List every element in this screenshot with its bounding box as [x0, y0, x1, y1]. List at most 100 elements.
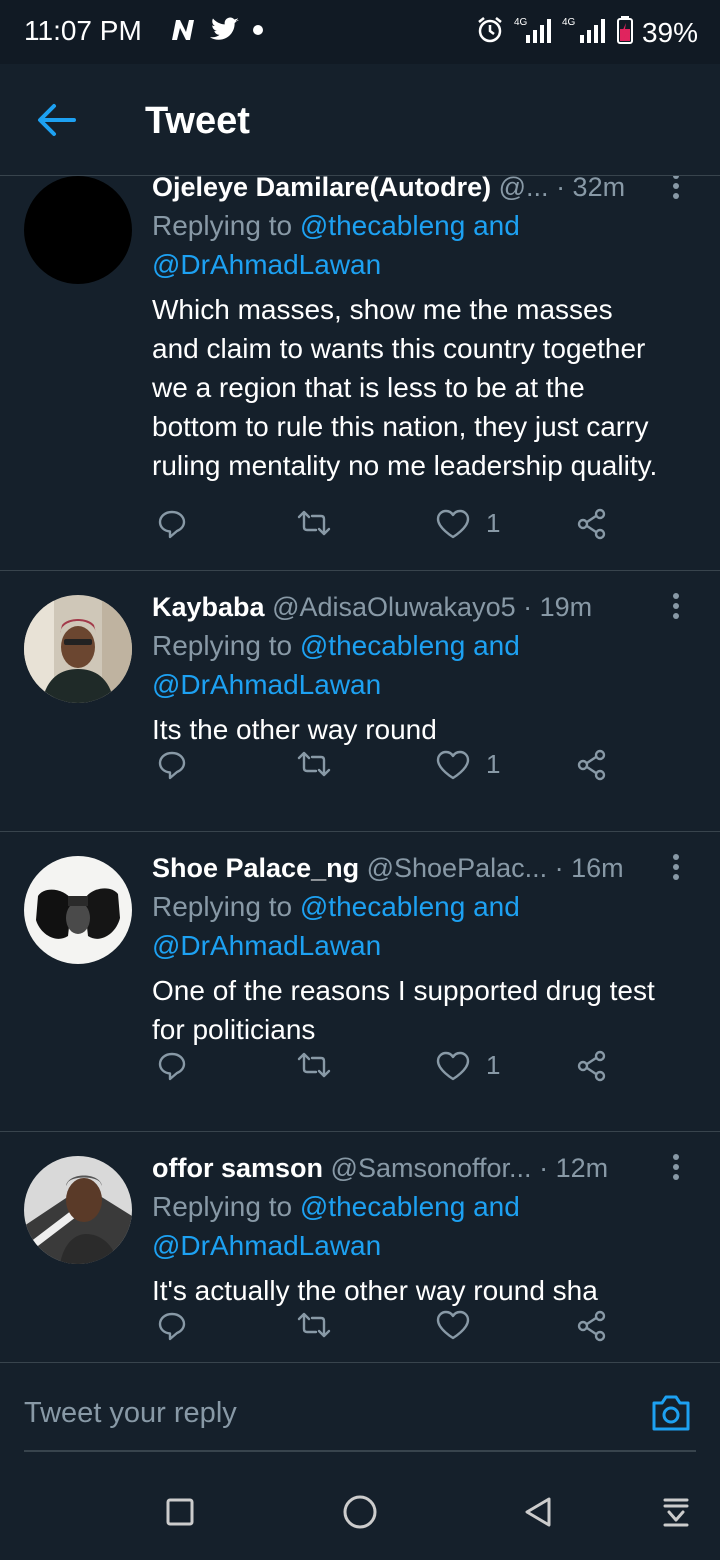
- like-count: 1: [486, 749, 501, 779]
- author-handle: @...: [498, 176, 549, 202]
- like-button[interactable]: 1: [436, 508, 500, 539]
- avatar[interactable]: [24, 856, 132, 964]
- tweet-content: Kaybaba @AdisaOluwakayo5 · 19m Replying …: [152, 588, 698, 749]
- dot-indicator-icon: [250, 22, 266, 43]
- reply-icon: [158, 1312, 186, 1341]
- retweet-button[interactable]: [296, 1310, 332, 1340]
- more-options-button[interactable]: [672, 592, 680, 630]
- replying-to: Replying to @thecableng and: [152, 206, 698, 245]
- reply-button[interactable]: [156, 1050, 188, 1082]
- heart-icon: [436, 1310, 470, 1340]
- camera-button[interactable]: [650, 1393, 692, 1438]
- heart-icon: [436, 509, 470, 538]
- back-button[interactable]: [30, 94, 82, 146]
- tweet-header: offor samson @Samsonoffor... · 12m: [152, 1149, 698, 1187]
- mention-link[interactable]: @DrAhmadLawan: [152, 669, 381, 700]
- share-icon: [577, 1310, 606, 1342]
- author-name[interactable]: Ojeleye Damilare(Autodre): [152, 176, 491, 202]
- replying-prefix: Replying to: [152, 630, 293, 661]
- like-button[interactable]: 1: [436, 1050, 500, 1081]
- replying-to: Replying to @thecableng and: [152, 626, 698, 665]
- tweet-actions: 1: [152, 508, 622, 548]
- heart-icon: [436, 1051, 470, 1080]
- reply-button[interactable]: [156, 508, 188, 540]
- reply-icon: [158, 751, 186, 780]
- replying-prefix: Replying to: [152, 210, 293, 241]
- like-button[interactable]: [436, 1310, 486, 1340]
- share-button[interactable]: [576, 508, 608, 540]
- tweet-time: · 32m: [556, 176, 626, 202]
- reply-icon: [158, 510, 186, 539]
- tweet-item[interactable]: Ojeleye Damilare(Autodre) @... · 32m Rep…: [0, 176, 720, 571]
- tweet-actions: [152, 1310, 622, 1350]
- tweet-time: · 12m: [539, 1153, 609, 1183]
- tweet-header: Shoe Palace_ng @ShoePalac... · 16m: [152, 849, 698, 887]
- reply-button[interactable]: [156, 749, 188, 781]
- more-options-button[interactable]: [672, 1153, 680, 1191]
- author-name[interactable]: Kaybaba: [152, 592, 265, 622]
- alarm-icon: [476, 16, 504, 49]
- avatar[interactable]: [24, 176, 132, 284]
- replying-to: Replying to @thecableng and: [152, 1187, 698, 1226]
- author-name[interactable]: Shoe Palace_ng: [152, 853, 359, 883]
- retweet-icon: [297, 1052, 331, 1078]
- more-options-button[interactable]: [672, 176, 680, 210]
- share-button[interactable]: [576, 749, 608, 781]
- tweet-item[interactable]: offor samson @Samsonoffor... · 12m Reply…: [0, 1132, 720, 1362]
- retweet-button[interactable]: [296, 1050, 332, 1080]
- mention-link[interactable]: @thecableng and: [300, 1191, 520, 1222]
- back-nav-button[interactable]: [518, 1492, 558, 1532]
- notification-panel-button[interactable]: [656, 1492, 696, 1532]
- mention-link[interactable]: @thecableng and: [300, 891, 520, 922]
- tweet-content: offor samson @Samsonoffor... · 12m Reply…: [152, 1149, 698, 1310]
- battery-icon: [616, 15, 634, 50]
- replying-to-cont: @DrAhmadLawan: [152, 1226, 698, 1265]
- more-vertical-icon: [673, 593, 679, 619]
- reply-button[interactable]: [156, 1310, 188, 1342]
- avatar[interactable]: [24, 595, 132, 703]
- tweet-header: Ojeleye Damilare(Autodre) @... · 32m: [152, 176, 698, 206]
- replying-prefix: Replying to: [152, 891, 293, 922]
- tweet-item[interactable]: Kaybaba @AdisaOluwakayo5 · 19m Replying …: [0, 571, 720, 832]
- tweet-text-line: bottom to rule this nation, they just ca…: [152, 411, 649, 442]
- tweet-text-line: for politicians: [152, 1014, 316, 1045]
- retweet-icon: [297, 751, 331, 777]
- home-button[interactable]: [340, 1492, 380, 1532]
- network-label-2: 4G: [562, 17, 576, 28]
- replying-prefix: Replying to: [152, 1191, 293, 1222]
- tweet-content: Ojeleye Damilare(Autodre) @... · 32m Rep…: [152, 176, 698, 485]
- tweet-text-line: Its the other way round: [152, 714, 437, 745]
- share-button[interactable]: [576, 1310, 608, 1342]
- status-time: 11:07 PM: [24, 15, 142, 46]
- mention-link[interactable]: @DrAhmadLawan: [152, 249, 381, 280]
- notification-icons: [168, 16, 266, 49]
- like-button[interactable]: 1: [436, 749, 500, 780]
- retweet-button[interactable]: [296, 749, 332, 779]
- reply-feed[interactable]: Ojeleye Damilare(Autodre) @... · 32m Rep…: [0, 176, 720, 1362]
- tweet-text: Which masses, show me the masses and cla…: [152, 290, 698, 485]
- like-count: 1: [486, 508, 501, 538]
- tweet-actions: 1: [152, 749, 622, 789]
- retweet-button[interactable]: [296, 508, 332, 538]
- mention-link[interactable]: @thecableng and: [300, 630, 520, 661]
- triangle-back-icon: [525, 1497, 551, 1527]
- more-vertical-icon: [673, 854, 679, 880]
- tweet-item[interactable]: Shoe Palace_ng @ShoePalac... · 16m Reply…: [0, 832, 720, 1132]
- mention-link[interactable]: @thecableng and: [300, 210, 520, 241]
- share-button[interactable]: [576, 1050, 608, 1082]
- reply-icon: [158, 1052, 186, 1081]
- author-handle: @AdisaOluwakayo5: [272, 592, 516, 622]
- signal-icon-1: 4G: [512, 15, 552, 50]
- mention-link[interactable]: @DrAhmadLawan: [152, 930, 381, 961]
- status-right: 4G 4G 39%: [476, 15, 698, 50]
- recent-apps-button[interactable]: [160, 1492, 200, 1532]
- replying-to-cont: @DrAhmadLawan: [152, 245, 698, 284]
- retweet-icon: [297, 510, 331, 536]
- mention-link[interactable]: @DrAhmadLawan: [152, 1230, 381, 1261]
- more-options-button[interactable]: [672, 853, 680, 891]
- status-bar: 11:07 PM 4G 4G 39%: [0, 0, 720, 64]
- reply-input[interactable]: [24, 1397, 584, 1430]
- author-name[interactable]: offor samson: [152, 1153, 323, 1183]
- heart-icon: [436, 750, 470, 779]
- avatar[interactable]: [24, 1156, 132, 1264]
